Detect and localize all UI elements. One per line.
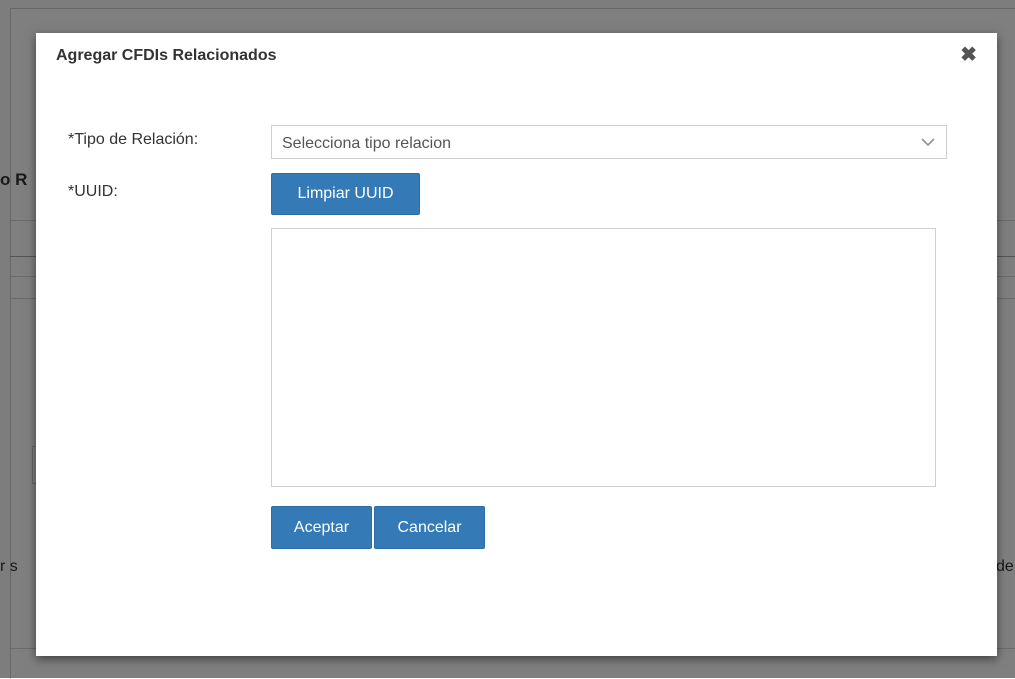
limpiar-uuid-button[interactable]: Limpiar UUID: [271, 173, 420, 215]
limpiar-uuid-button-label: Limpiar UUID: [297, 185, 394, 202]
aceptar-button[interactable]: Aceptar: [271, 506, 372, 549]
aceptar-button-label: Aceptar: [293, 519, 350, 536]
tipo-relacion-label: *Tipo de Relación:: [68, 131, 199, 148]
uuid-label: *UUID:: [68, 183, 118, 200]
modal-title: Agregar CFDIs Relacionados: [56, 47, 277, 64]
chevron-down-icon: [921, 138, 935, 147]
uuid-textarea[interactable]: [271, 228, 936, 487]
tipo-relacion-select[interactable]: Selecciona tipo relacion: [271, 125, 947, 159]
close-icon[interactable]: ✖: [960, 45, 977, 65]
add-related-cfdi-modal: Agregar CFDIs Relacionados ✖ *Tipo de Re…: [36, 33, 997, 656]
cancelar-button-label: Cancelar: [397, 519, 462, 536]
cancelar-button[interactable]: Cancelar: [374, 506, 485, 549]
tipo-relacion-selected-value: Selecciona tipo relacion: [282, 135, 451, 152]
